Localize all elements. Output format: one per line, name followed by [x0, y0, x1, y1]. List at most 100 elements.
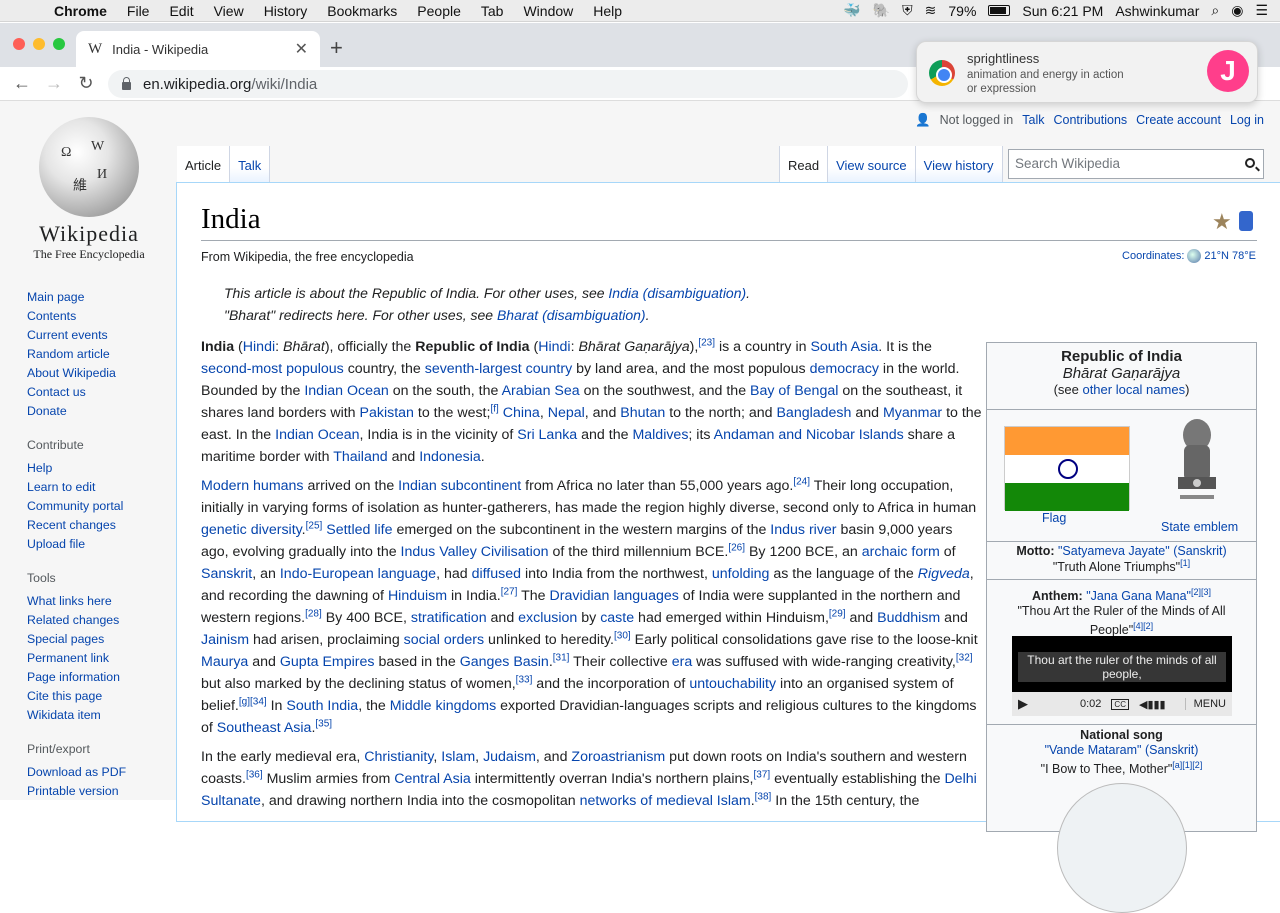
location-map-image[interactable] — [1057, 783, 1187, 913]
volume-icon[interactable]: ◀▮▮▮ — [1139, 698, 1166, 711]
sidebar-item-cite-this-page[interactable]: Cite this page — [27, 687, 167, 706]
play-icon[interactable]: ▶ — [1018, 696, 1028, 712]
sidebar-item-contact[interactable]: Contact us — [27, 383, 167, 402]
docker-icon[interactable]: 🐳 — [843, 2, 860, 19]
song-language-link[interactable]: (Sanskrit) — [1145, 743, 1198, 757]
sidebar-item-special-pages[interactable]: Special pages — [27, 630, 167, 649]
captions-icon[interactable]: CC — [1111, 698, 1129, 710]
anthem-translation: "Thou Art the Ruler of the Minds of All … — [1017, 604, 1226, 638]
state-emblem-image[interactable] — [1170, 415, 1224, 507]
new-tab-button[interactable]: + — [330, 35, 343, 61]
menu-history[interactable]: History — [254, 3, 318, 19]
zoom-window-button[interactable] — [53, 38, 65, 50]
search-input[interactable]: Search Wikipedia — [1008, 149, 1264, 179]
minimize-window-button[interactable] — [33, 38, 45, 50]
sidebar-item-related-changes[interactable]: Related changes — [27, 611, 167, 630]
sidebar-item-download-pdf[interactable]: Download as PDF — [27, 763, 167, 782]
menu-people[interactable]: People — [407, 3, 471, 19]
close-window-button[interactable] — [13, 38, 25, 50]
contributions-link[interactable]: Contributions — [1054, 113, 1128, 128]
other-local-names-link[interactable]: other local names — [1082, 382, 1185, 397]
shield-icon[interactable]: ⛨ — [902, 2, 913, 19]
lock-icon[interactable] — [122, 77, 131, 90]
create-account-link[interactable]: Create account — [1136, 113, 1221, 128]
anthem-link[interactable]: "Jana Gana Mana" — [1086, 589, 1191, 603]
clock[interactable]: Sun 6:21 PM — [1022, 3, 1103, 19]
wikipedia-logo[interactable]: ΩWИ維 Wikipedia The Free Encyclopedia — [28, 117, 150, 262]
sidebar-item-page-information[interactable]: Page information — [27, 668, 167, 687]
motto-language-link[interactable]: (Sanskrit) — [1173, 544, 1226, 558]
motto-link[interactable]: "Satyameva Jayate" — [1058, 544, 1170, 558]
globe-icon[interactable] — [1187, 249, 1202, 263]
menu-tab[interactable]: Tab — [471, 3, 514, 19]
user-name[interactable]: Ashwinkumar — [1115, 3, 1199, 19]
tab-article[interactable]: Article — [177, 146, 231, 182]
motto-label: Motto: — [1016, 544, 1055, 558]
sidebar-item-wikidata-item[interactable]: Wikidata item — [27, 706, 167, 725]
battery-icon[interactable] — [988, 5, 1011, 16]
tab-view-history[interactable]: View history — [915, 146, 1003, 182]
star-icon[interactable]: ★ — [1212, 209, 1232, 235]
reload-button[interactable]: ↻ — [70, 73, 102, 94]
hatnote-link[interactable]: India (disambiguation) — [608, 285, 746, 301]
notification-center-icon[interactable]: ☰ — [1255, 2, 1268, 19]
tab-talk[interactable]: Talk — [230, 146, 271, 182]
wifi-icon[interactable]: ≋ — [925, 2, 937, 19]
browser-tab[interactable]: W India - Wikipedia ✕ — [76, 31, 320, 67]
notification-body-line: animation and energy in action — [967, 69, 1124, 81]
sidebar-item-permanent-link[interactable]: Permanent link — [27, 649, 167, 668]
sidebar-item-upload-file[interactable]: Upload file — [27, 535, 167, 554]
anthem-audio-player[interactable]: Thou art the ruler of the minds of all p… — [1012, 636, 1232, 716]
wikipedia-wordmark: Wikipedia — [39, 221, 139, 246]
song-translation: "I Bow to Thee, Mother" — [1040, 762, 1173, 777]
sidebar-item-about[interactable]: About Wikipedia — [27, 364, 167, 383]
menu-file[interactable]: File — [117, 3, 160, 19]
menu-bookmarks[interactable]: Bookmarks — [317, 3, 407, 19]
log-in-link[interactable]: Log in — [1230, 113, 1264, 128]
hatnote-text: This article is about the Republic of In… — [224, 285, 605, 301]
sidebar-item-recent-changes[interactable]: Recent changes — [27, 516, 167, 535]
article-content: India ★ From Wikipedia, the free encyclo… — [176, 182, 1280, 913]
india-flag-image[interactable] — [1004, 426, 1130, 511]
siri-icon[interactable]: ◉ — [1231, 2, 1243, 19]
address-bar[interactable]: en.wikipedia.org/wiki/India — [108, 70, 908, 98]
menu-edit[interactable]: Edit — [159, 3, 203, 19]
protection-lock-icon[interactable] — [1239, 211, 1253, 231]
menu-chrome[interactable]: Chrome — [44, 3, 117, 19]
tab-read[interactable]: Read — [779, 146, 829, 182]
elephant-icon[interactable]: 🐘 — [873, 2, 890, 19]
sidebar-item-community-portal[interactable]: Community portal — [27, 497, 167, 516]
tab-view-source[interactable]: View source — [828, 146, 916, 182]
sidebar-item-random-article[interactable]: Random article — [27, 345, 167, 364]
forward-button[interactable]: → — [38, 73, 70, 94]
spotlight-icon[interactable]: ⌕ — [1211, 2, 1219, 19]
close-tab-icon[interactable]: ✕ — [295, 39, 308, 59]
sidebar-item-contents[interactable]: Contents — [27, 307, 167, 326]
menu-help[interactable]: Help — [583, 3, 632, 19]
infobox-divider — [987, 409, 1256, 410]
battery-percent[interactable]: 79% — [948, 3, 976, 19]
url-path: /wiki/India — [251, 75, 318, 93]
sidebar-item-learn-to-edit[interactable]: Learn to edit — [27, 478, 167, 497]
sidebar-item-help[interactable]: Help — [27, 459, 167, 478]
coordinates[interactable]: Coordinates: 21°N 78°E — [1122, 249, 1256, 263]
personal-tools: 👤 Not logged in Talk Contributions Creat… — [915, 113, 1264, 128]
player-menu-button[interactable]: MENU — [1184, 698, 1226, 710]
talk-link[interactable]: Talk — [1022, 113, 1044, 128]
chrome-notification[interactable]: sprightliness animation and energy in ac… — [916, 41, 1258, 103]
hatnote-text: "Bharat" redirects here. For other uses,… — [224, 307, 494, 323]
sidebar-item-printable-version[interactable]: Printable version — [27, 782, 167, 801]
back-button[interactable]: ← — [6, 73, 38, 94]
national-song-link[interactable]: "Vande Mataram" — [1045, 743, 1142, 757]
menu-window[interactable]: Window — [513, 3, 583, 19]
sidebar-item-donate[interactable]: Donate — [27, 402, 167, 421]
menu-view[interactable]: View — [204, 3, 254, 19]
flag-caption-link[interactable]: Flag — [1042, 511, 1066, 525]
search-icon[interactable] — [1245, 158, 1255, 168]
emblem-caption-link[interactable]: State emblem — [1161, 520, 1238, 534]
sidebar-item-what-links-here[interactable]: What links here — [27, 592, 167, 611]
sidebar-item-main-page[interactable]: Main page — [27, 288, 167, 307]
coordinates-value[interactable]: 21°N 78°E — [1204, 250, 1256, 262]
sidebar-item-current-events[interactable]: Current events — [27, 326, 167, 345]
hatnote-link[interactable]: Bharat (disambiguation) — [497, 307, 646, 323]
